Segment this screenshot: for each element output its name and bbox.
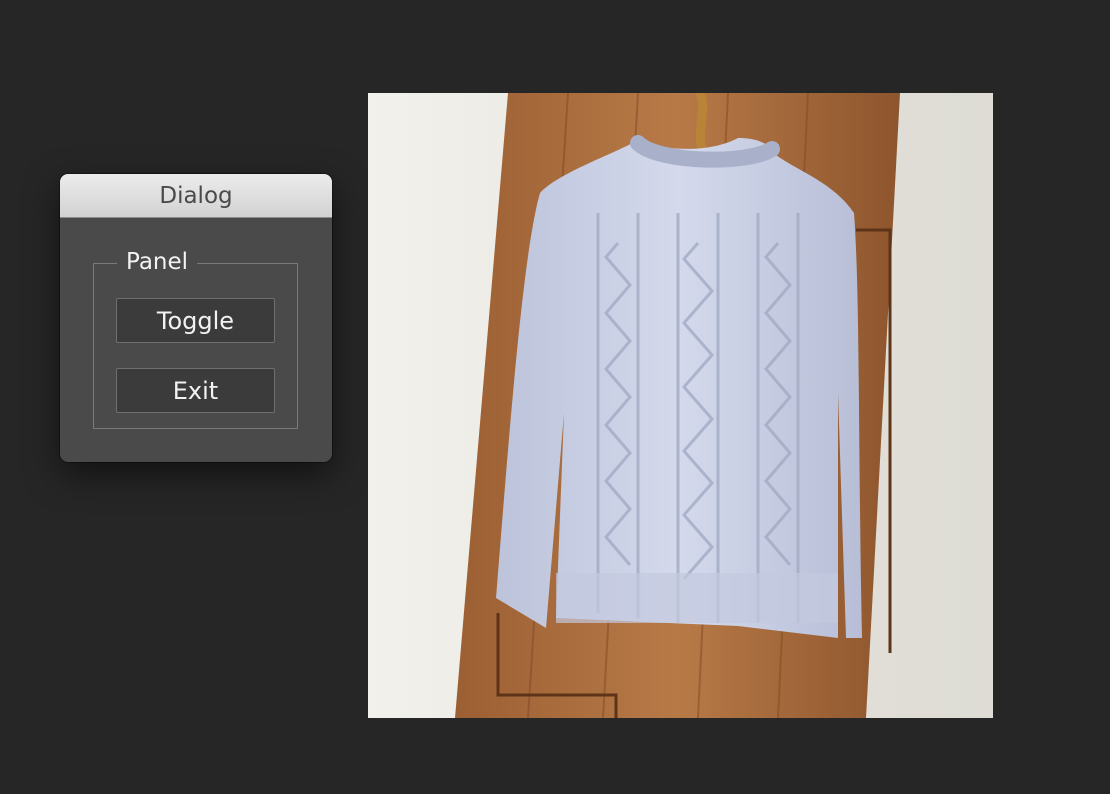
toggle-button[interactable]: Toggle bbox=[116, 298, 275, 343]
sweater-photo bbox=[368, 93, 993, 718]
sweater-photo-illustration bbox=[368, 93, 993, 718]
panel-label: Panel bbox=[117, 247, 198, 277]
dialog-title: Dialog bbox=[159, 182, 233, 209]
dialog-titlebar[interactable]: Dialog bbox=[60, 174, 332, 218]
sweater-ribbed-hem bbox=[556, 573, 838, 623]
dialog-window: Dialog Panel Toggle Exit bbox=[60, 174, 332, 462]
exit-button[interactable]: Exit bbox=[116, 368, 275, 413]
